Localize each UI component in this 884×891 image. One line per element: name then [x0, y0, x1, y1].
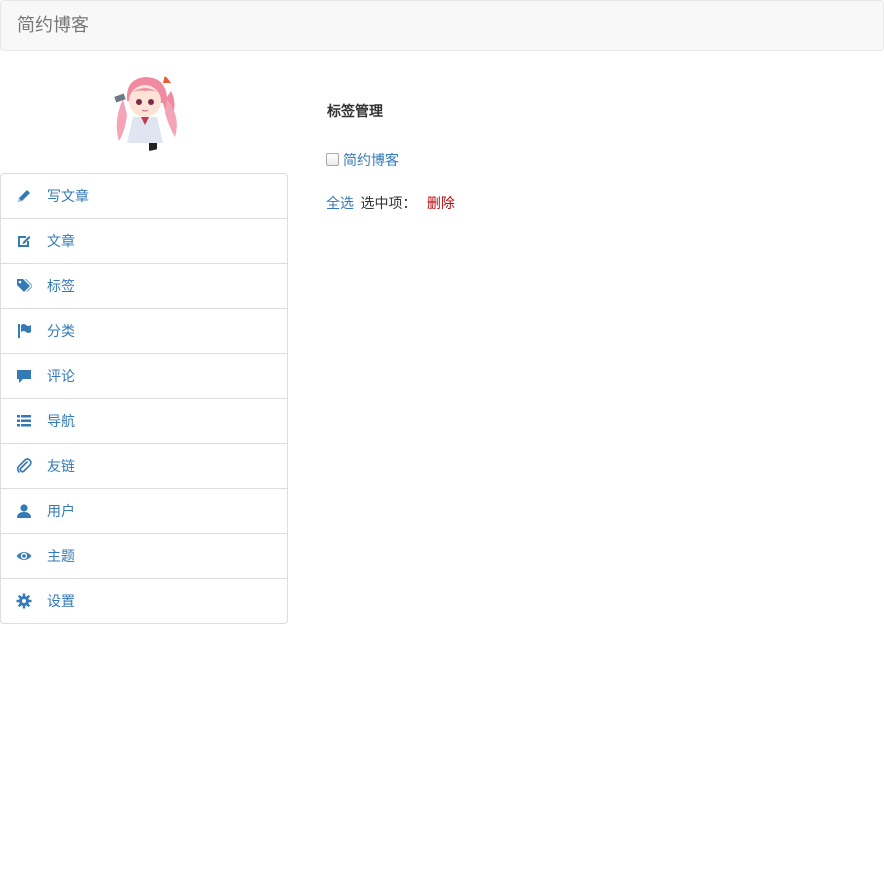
sidebar-item-tags[interactable]: 标签 [0, 263, 288, 309]
sidebar-item-label: 评论 [47, 369, 75, 385]
sidebar-item-label: 文章 [47, 234, 75, 250]
pencil-icon [16, 188, 32, 204]
sidebar-item-label: 设置 [47, 594, 75, 610]
page-title: 标签管理 [327, 104, 383, 120]
sidebar-item-label: 分类 [47, 324, 75, 340]
tags-icon [16, 278, 32, 294]
sidebar-item-label: 导航 [47, 414, 75, 430]
tag-list-item: 简约博客 [326, 151, 399, 171]
eye-icon [16, 548, 32, 564]
selected-items-label: 选中项： [360, 196, 417, 212]
sidebar-item-navigation[interactable]: 导航 [0, 398, 288, 444]
delete-link[interactable]: 删除 [427, 196, 455, 212]
sidebar-item-label: 用户 [47, 504, 75, 520]
paperclip-icon [16, 458, 32, 474]
comment-icon [16, 368, 32, 384]
sidebar-item-label: 标签 [47, 279, 75, 295]
sidebar-item-settings[interactable]: 设置 [0, 578, 288, 624]
sidebar-item-users[interactable]: 用户 [0, 488, 288, 534]
flag-icon [16, 323, 32, 339]
sidebar-menu: 写文章 文章 标签 分类 评论 导航 友链 用户 主题 设置 [0, 173, 288, 624]
sidebar-item-label: 友链 [47, 459, 75, 475]
sidebar-item-categories[interactable]: 分类 [0, 308, 288, 354]
brand-link[interactable]: 简约博客 [17, 14, 89, 38]
edit-icon [16, 233, 32, 249]
sidebar-item-write-article[interactable]: 写文章 [0, 173, 288, 219]
sidebar-item-links[interactable]: 友链 [0, 443, 288, 489]
list-icon [16, 413, 32, 429]
sidebar-item-label: 主题 [47, 549, 75, 565]
top-navbar: 简约博客 [0, 0, 884, 51]
sidebar-item-themes[interactable]: 主题 [0, 533, 288, 579]
avatar [105, 71, 185, 151]
sidebar-item-label: 写文章 [47, 189, 89, 205]
user-icon [16, 503, 32, 519]
tag-checkbox[interactable] [326, 153, 339, 166]
tag-link[interactable]: 简约博客 [343, 153, 399, 169]
sidebar-item-articles[interactable]: 文章 [0, 218, 288, 264]
avatar-illustration [105, 71, 185, 151]
gear-icon [16, 593, 32, 609]
select-all-link[interactable]: 全选 [326, 196, 354, 212]
sidebar-item-comments[interactable]: 评论 [0, 353, 288, 399]
bulk-actions: 全选 选中项： 删除 [326, 194, 455, 214]
